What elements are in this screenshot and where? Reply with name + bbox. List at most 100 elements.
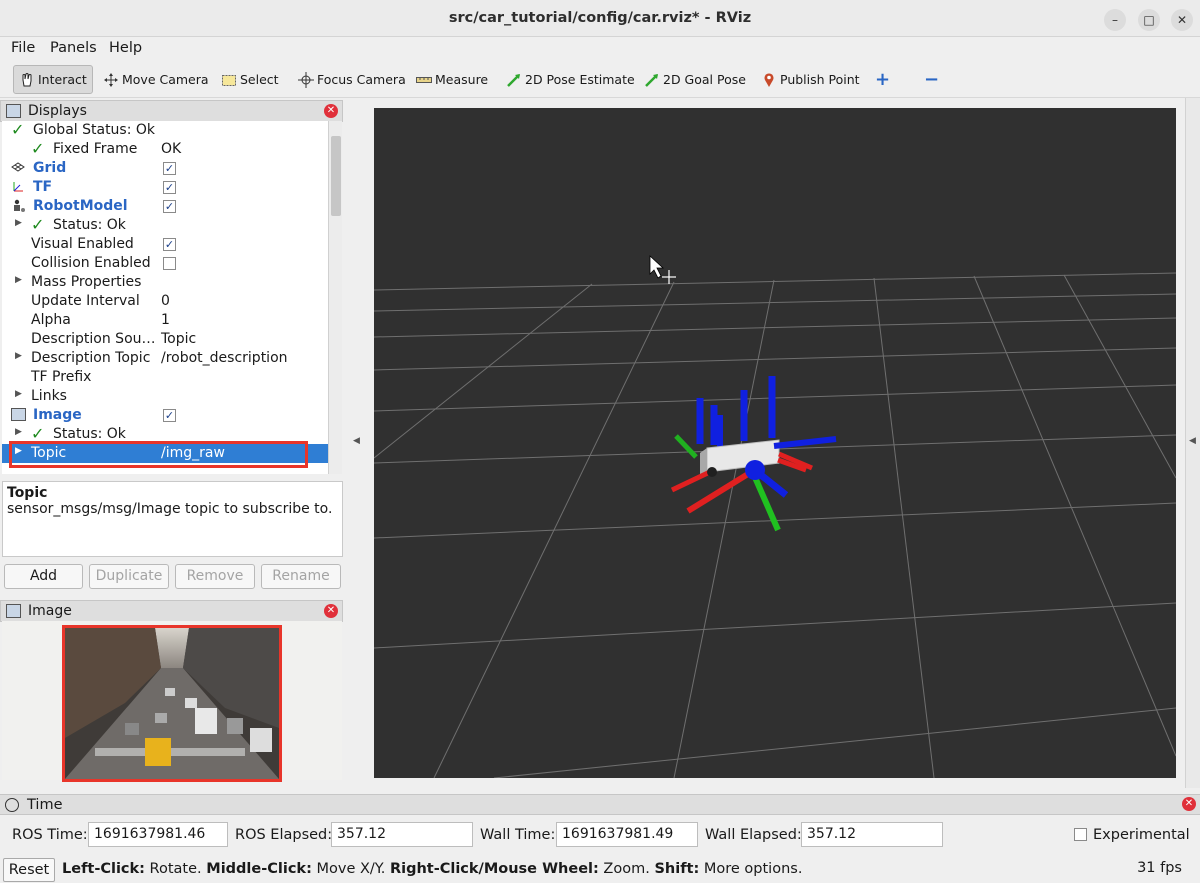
tool-2d-pose-estimate-label: 2D Pose Estimate <box>525 72 635 87</box>
tool-2d-goal-pose[interactable]: 2D Goal Pose <box>644 65 746 94</box>
rename-button[interactable]: Rename <box>261 564 341 589</box>
monitor-icon <box>6 104 21 118</box>
image-panel-title: Image <box>28 603 72 619</box>
tool-focus-camera-label: Focus Camera <box>317 72 406 87</box>
wall-time-label: Wall Time: <box>480 827 556 843</box>
remove-button[interactable]: Remove <box>175 564 255 589</box>
expand-arrow-icon[interactable]: ▶ <box>15 275 22 285</box>
render-3d-view[interactable] <box>374 108 1176 778</box>
menu-help[interactable]: Help <box>109 40 142 56</box>
tool-select[interactable]: Select <box>221 65 279 94</box>
displays-scrollbar[interactable] <box>328 121 342 474</box>
wall-elapsed-label: Wall Elapsed: <box>705 827 802 843</box>
tf-checkbox[interactable]: ✓ <box>163 181 176 194</box>
experimental-label: Experimental <box>1093 827 1190 843</box>
close-button[interactable]: ✕ <box>1171 9 1193 31</box>
remove-tool-button[interactable]: − <box>924 65 939 94</box>
tree-row-global-status[interactable]: ✓ Global Status: Ok <box>2 121 328 140</box>
goal-pose-icon <box>644 72 660 88</box>
tool-measure-label: Measure <box>435 72 489 87</box>
tool-2d-pose-estimate[interactable]: 2D Pose Estimate <box>506 65 635 94</box>
tree-row-grid[interactable]: Grid ✓ <box>2 159 328 178</box>
grid-checkbox[interactable]: ✓ <box>163 162 176 175</box>
expand-arrow-icon[interactable]: ▶ <box>15 351 22 361</box>
tool-move-camera[interactable]: Move Camera <box>103 65 209 94</box>
expand-arrow-icon[interactable]: ▶ <box>15 218 22 228</box>
duplicate-button[interactable]: Duplicate <box>89 564 169 589</box>
fps-counter: 31 fps <box>1137 860 1182 876</box>
scene-svg <box>374 255 1176 778</box>
tree-row-tf-prefix[interactable]: TF Prefix <box>2 368 328 387</box>
maximize-button[interactable]: □ <box>1138 9 1160 31</box>
hand-icon <box>19 72 35 88</box>
pose-estimate-icon <box>506 72 522 88</box>
focus-camera-icon <box>298 71 314 88</box>
close-time-panel-icon[interactable]: ✕ <box>1182 797 1196 811</box>
tree-row-tf[interactable]: TF ✓ <box>2 178 328 197</box>
tree-row-description-topic[interactable]: ▶ Description Topic /robot_description <box>2 349 328 368</box>
tree-row-update-interval[interactable]: Update Interval 0 <box>2 292 328 311</box>
tree-row-robot-model-status[interactable]: ▶ ✓ Status: Ok <box>2 215 328 235</box>
expand-arrow-icon[interactable]: ▶ <box>15 427 22 437</box>
experimental-checkbox[interactable] <box>1074 828 1087 841</box>
time-panel-header: Time ✕ <box>0 794 1200 815</box>
expand-arrow-icon[interactable]: ▶ <box>15 389 22 399</box>
tree-row-fixed-frame[interactable]: ✓ Fixed Frame OK <box>2 139 328 159</box>
tree-row-robot-model[interactable]: RobotModel ✓ <box>2 197 328 216</box>
tree-row-mass-properties[interactable]: ▶ Mass Properties <box>2 273 328 292</box>
mouse-hint: Left-Click: Rotate. Middle-Click: Move X… <box>62 861 803 877</box>
scrollbar-thumb[interactable] <box>331 136 341 216</box>
tree-row-links[interactable]: ▶ Links <box>2 387 328 406</box>
image-icon <box>11 408 26 421</box>
ruler-icon <box>416 72 432 88</box>
menu-panels[interactable]: Panels <box>50 40 97 56</box>
ros-time-field[interactable]: 1691637981.46 <box>88 822 228 847</box>
move-camera-icon <box>103 72 119 88</box>
menu-file[interactable]: File <box>11 40 35 56</box>
wall-time-field[interactable]: 1691637981.49 <box>556 822 698 847</box>
close-image-panel-icon[interactable]: ✕ <box>324 604 338 618</box>
tool-publish-point-label: Publish Point <box>780 72 860 87</box>
description-title: Topic <box>7 485 48 501</box>
window-title: src/car_tutorial/config/car.rviz* - RViz <box>448 10 752 26</box>
title-bar: src/car_tutorial/config/car.rviz* - RViz… <box>0 0 1200 37</box>
map-pin-icon <box>761 72 777 88</box>
displays-panel-title: Displays <box>28 103 87 119</box>
tool-select-label: Select <box>240 72 279 87</box>
mouse-cursor-icon <box>649 255 676 284</box>
robot-model-checkbox[interactable]: ✓ <box>163 200 176 213</box>
add-tool-button[interactable]: + <box>875 65 890 94</box>
displays-panel-header: Displays ✕ <box>0 100 343 122</box>
tree-row-alpha[interactable]: Alpha 1 <box>2 311 328 330</box>
collapse-right-icon[interactable]: ◀ <box>1189 436 1196 446</box>
ros-elapsed-field[interactable]: 357.12 <box>331 822 473 847</box>
menu-bar: File Panels Help <box>0 37 1200 61</box>
status-bar: Reset Left-Click: Rotate. Middle-Click: … <box>0 855 1200 883</box>
minimize-button[interactable]: – <box>1104 9 1126 31</box>
tool-measure[interactable]: Measure <box>416 65 488 94</box>
collision-enabled-checkbox[interactable] <box>163 257 176 270</box>
description-text: sensor_msgs/msg/Image topic to subscribe… <box>7 501 333 517</box>
tool-focus-camera[interactable]: Focus Camera <box>298 65 406 94</box>
image-checkbox[interactable]: ✓ <box>163 409 176 422</box>
tree-row-visual-enabled[interactable]: Visual Enabled ✓ <box>2 235 328 254</box>
close-displays-icon[interactable]: ✕ <box>324 104 338 118</box>
wall-elapsed-field[interactable]: 357.12 <box>801 822 943 847</box>
add-button[interactable]: Add <box>4 564 83 589</box>
left-dock-splitter[interactable]: ◀ <box>349 98 363 788</box>
tool-publish-point[interactable]: Publish Point <box>761 65 860 94</box>
displays-tree: ✓ Global Status: Ok ✓ Fixed Frame OK Gri… <box>2 121 328 474</box>
tree-row-collision-enabled[interactable]: Collision Enabled <box>2 254 328 273</box>
collapse-left-icon[interactable]: ◀ <box>353 436 360 446</box>
image-icon <box>6 604 21 618</box>
tree-row-image[interactable]: Image ✓ <box>2 406 328 425</box>
camera-image <box>62 625 282 782</box>
tree-row-description-source[interactable]: Description Sou… Topic <box>2 330 328 349</box>
ros-time-label: ROS Time: <box>12 827 88 843</box>
reset-button[interactable]: Reset <box>3 858 55 882</box>
highlight-box <box>9 441 308 468</box>
tool-interact[interactable]: Interact <box>13 65 93 94</box>
visual-enabled-checkbox[interactable]: ✓ <box>163 238 176 251</box>
check-icon: ✓ <box>31 139 45 158</box>
right-dock-splitter[interactable]: ◀ <box>1185 98 1200 788</box>
